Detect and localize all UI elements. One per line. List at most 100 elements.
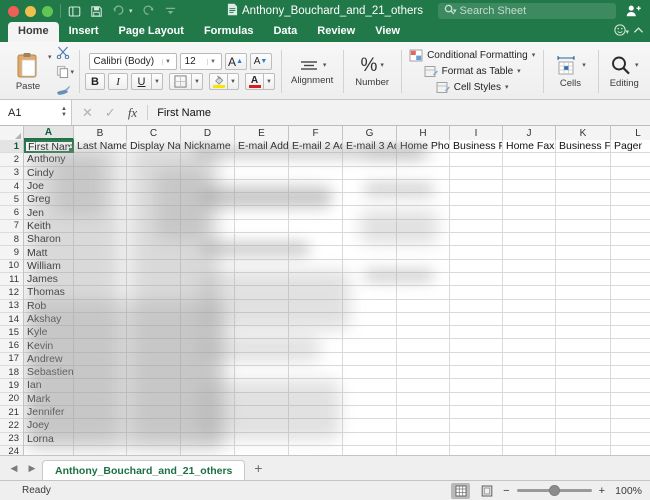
row-header-23[interactable]: 23 — [0, 432, 23, 446]
cell-C1[interactable]: Display Nam — [127, 140, 181, 154]
conditional-formatting-caret[interactable]: ▾ — [532, 52, 536, 59]
cell-E20[interactable] — [235, 392, 289, 406]
cell-D8[interactable] — [181, 233, 235, 247]
cell-H3[interactable] — [397, 166, 450, 180]
column-header-C[interactable]: C — [127, 126, 181, 140]
cell-K13[interactable] — [556, 299, 611, 313]
cell-K24[interactable] — [556, 445, 611, 455]
cell-C23[interactable] — [127, 432, 181, 446]
collapse-ribbon-icon[interactable] — [633, 26, 644, 38]
cell-I7[interactable] — [450, 219, 503, 234]
tab-insert[interactable]: Insert — [59, 22, 109, 42]
font-family-combo[interactable]: Calibri (Body) ▼ — [88, 53, 177, 70]
cell-K18[interactable] — [556, 366, 611, 380]
cell-I13[interactable] — [450, 299, 503, 313]
cell-I18[interactable] — [450, 366, 503, 380]
column-header-A[interactable]: A — [24, 126, 74, 140]
cell-C3[interactable] — [127, 166, 181, 180]
cell-D6[interactable] — [181, 206, 235, 220]
redo-icon[interactable] — [142, 5, 155, 17]
cell-C13[interactable] — [127, 299, 181, 313]
cell-styles-caret[interactable]: ▾ — [505, 84, 509, 91]
cell-J5[interactable] — [503, 193, 556, 207]
tab-home[interactable]: Home — [8, 22, 59, 42]
cell-L13[interactable] — [611, 299, 650, 313]
cell-H5[interactable] — [397, 193, 450, 207]
grow-font-button[interactable]: A ▲ — [224, 53, 247, 70]
number-format-button[interactable]: % ▾ Number — [355, 55, 389, 88]
cell-C4[interactable] — [127, 179, 181, 194]
cell-C9[interactable] — [127, 246, 181, 260]
cell-A5[interactable]: Greg — [24, 193, 74, 207]
cell-G18[interactable] — [343, 366, 397, 380]
row-header-6[interactable]: 6 — [0, 206, 23, 220]
cell-J9[interactable] — [503, 246, 556, 260]
cell-D10[interactable] — [181, 259, 235, 273]
cell-H8[interactable] — [397, 233, 450, 247]
cell-G2[interactable] — [343, 153, 397, 167]
tab-view[interactable]: View — [365, 22, 410, 42]
cell-G5[interactable] — [343, 193, 397, 207]
row-header-9[interactable]: 9 — [0, 246, 23, 260]
cell-F17[interactable] — [289, 352, 343, 367]
cell-K11[interactable] — [556, 272, 611, 287]
cell-L18[interactable] — [611, 366, 650, 380]
row-header-8[interactable]: 8 — [0, 233, 23, 247]
cell-B7[interactable] — [74, 219, 127, 234]
font-color-icon[interactable]: A — [245, 73, 264, 90]
cell-F8[interactable] — [289, 233, 343, 247]
cell-L17[interactable] — [611, 352, 650, 367]
cell-D21[interactable] — [181, 405, 235, 420]
cell-D18[interactable] — [181, 366, 235, 380]
cell-F24[interactable] — [289, 445, 343, 455]
cell-A15[interactable]: Kyle — [24, 326, 74, 340]
column-header-D[interactable]: D — [181, 126, 235, 140]
cell-C6[interactable] — [127, 206, 181, 220]
cell-E5[interactable] — [235, 193, 289, 207]
window-controls[interactable] — [0, 5, 53, 17]
column-header-B[interactable]: B — [74, 126, 127, 140]
cell-F15[interactable] — [289, 326, 343, 340]
cell-D3[interactable] — [181, 166, 235, 180]
cell-A19[interactable]: Ian — [24, 379, 74, 393]
row-header-18[interactable]: 18 — [0, 366, 23, 380]
column-header-F[interactable]: F — [289, 126, 343, 140]
cell-C24[interactable] — [127, 445, 181, 455]
cell-K19[interactable] — [556, 379, 611, 393]
cell-L20[interactable] — [611, 392, 650, 406]
cell-J1[interactable]: Home Fax — [503, 140, 556, 154]
cell-J22[interactable] — [503, 419, 556, 433]
shrink-font-button[interactable]: A ▼ — [249, 53, 272, 70]
cell-E22[interactable] — [235, 419, 289, 433]
cell-K14[interactable] — [556, 312, 611, 327]
scissors-icon[interactable] — [56, 45, 75, 62]
cell-I20[interactable] — [450, 392, 503, 406]
row-header-17[interactable]: 17 — [0, 352, 23, 367]
sheet-tab-active[interactable]: Anthony_Bouchard_and_21_others — [42, 459, 246, 481]
paste-button[interactable]: Paste — [8, 52, 48, 92]
cell-H7[interactable] — [397, 219, 450, 234]
cell-H14[interactable] — [397, 312, 450, 327]
cell-D22[interactable] — [181, 419, 235, 433]
cancel-icon[interactable]: ✕ — [82, 105, 93, 121]
cell-H20[interactable] — [397, 392, 450, 406]
paste-dropdown-caret[interactable]: ▾ — [48, 54, 52, 61]
cell-D9[interactable] — [181, 246, 235, 260]
cell-I22[interactable] — [450, 419, 503, 433]
italic-button[interactable]: I — [108, 73, 129, 90]
cell-A3[interactable]: Cindy — [24, 166, 74, 180]
cell-F13[interactable] — [289, 299, 343, 313]
column-header-G[interactable]: G — [343, 126, 397, 140]
cell-G10[interactable] — [343, 259, 397, 273]
cell-F1[interactable]: E-mail 2 Add — [289, 140, 343, 154]
cell-F18[interactable] — [289, 366, 343, 380]
cell-G3[interactable] — [343, 166, 397, 180]
tab-data[interactable]: Data — [263, 22, 307, 42]
cell-I9[interactable] — [450, 246, 503, 260]
cell-J24[interactable] — [503, 445, 556, 455]
cell-C14[interactable] — [127, 312, 181, 327]
cell-F20[interactable] — [289, 392, 343, 406]
cell-L14[interactable] — [611, 312, 650, 327]
cell-B13[interactable] — [74, 299, 127, 313]
cell-E9[interactable] — [235, 246, 289, 260]
